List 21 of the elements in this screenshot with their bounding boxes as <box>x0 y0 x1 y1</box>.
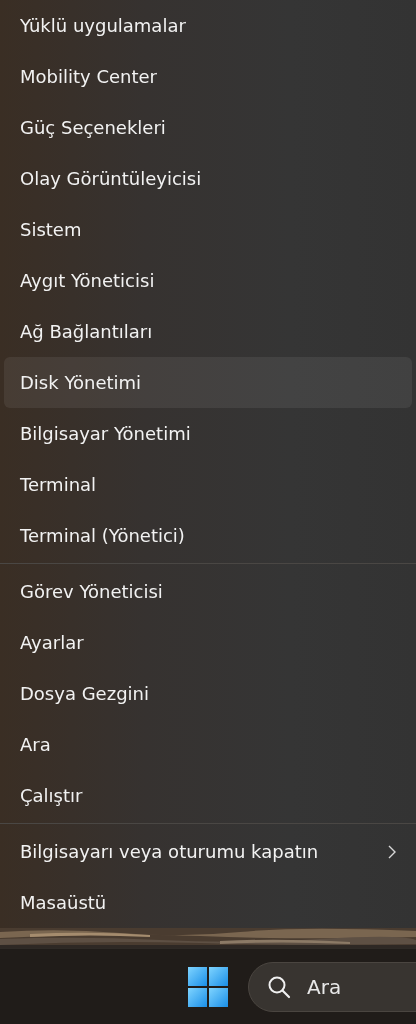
menu-item[interactable]: Terminal (Yönetici) <box>4 510 412 561</box>
menu-item[interactable]: Masaüstü <box>4 877 412 928</box>
menu-item[interactable]: Aygıt Yöneticisi <box>4 255 412 306</box>
menu-item[interactable]: Olay Görüntüleyicisi <box>4 153 412 204</box>
menu-item[interactable]: Ağ Bağlantıları <box>4 306 412 357</box>
menu-item[interactable]: Terminal <box>4 459 412 510</box>
search-icon <box>267 974 291 999</box>
menu-item[interactable]: Ayarlar <box>4 617 412 668</box>
menu-item[interactable]: Bilgisayar Yönetimi <box>4 408 412 459</box>
menu-item[interactable]: Mobility Center <box>4 51 412 102</box>
menu-item[interactable]: Görev Yöneticisi <box>4 566 412 617</box>
search-field[interactable]: Ara <box>248 961 416 1012</box>
menu-item[interactable]: Çalıştır <box>4 770 412 821</box>
menu-item[interactable]: Sistem <box>4 204 412 255</box>
menu-item[interactable]: Güç Seçenekleri <box>4 102 412 153</box>
menu-item[interactable]: Ara <box>4 719 412 770</box>
menu-item[interactable]: Dosya Gezgini <box>4 668 412 719</box>
menu-item[interactable]: Bilgisayarı veya oturumu kapatın <box>4 826 412 877</box>
menu-item[interactable]: Yüklü uygulamalar <box>4 0 412 51</box>
windows-logo-icon[interactable] <box>188 966 228 1007</box>
menu-item[interactable]: Disk Yönetimi <box>4 357 412 408</box>
